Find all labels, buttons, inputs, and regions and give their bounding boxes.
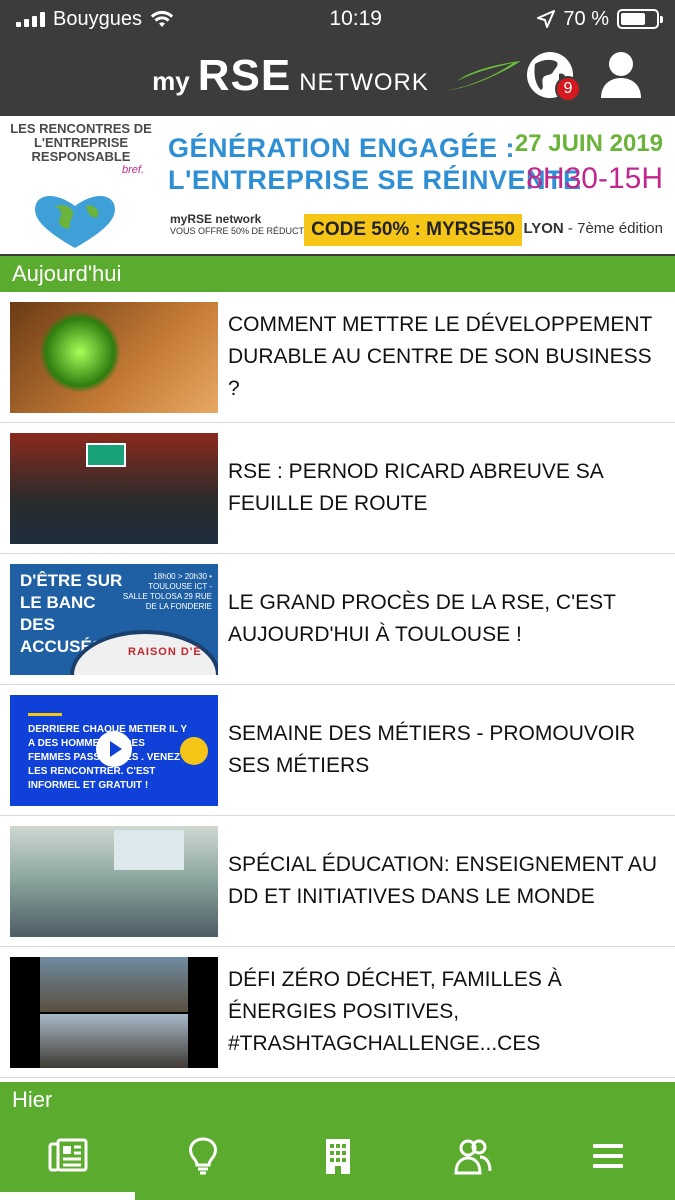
logo-network: NETWORK bbox=[299, 69, 429, 96]
user-icon bbox=[601, 52, 641, 98]
tab-menu[interactable] bbox=[540, 1112, 675, 1200]
event-banner[interactable]: LES RENCONTRES DE L'ENTREPRISE RESPONSAB… bbox=[0, 114, 675, 256]
promo-code: CODE 50% : MYRSE50 bbox=[304, 214, 522, 246]
building-icon bbox=[325, 1139, 350, 1174]
list-item[interactable]: D'ÊTRE SUR LE BANC DES ACCUSÉS ! 18h00 >… bbox=[0, 554, 675, 685]
article-title: RSE : PERNOD RICARD ABREUVE SA FEUILLE D… bbox=[228, 460, 603, 515]
article-thumbnail: D'ÊTRE SUR LE BANC DES ACCUSÉS ! 18h00 >… bbox=[10, 563, 218, 675]
list-item[interactable]: RSE : PERNOD RICARD ABREUVE SA FEUILLE D… bbox=[0, 423, 675, 554]
tab-ideas[interactable] bbox=[135, 1112, 270, 1200]
section-header-today: Aujourd'hui bbox=[0, 256, 675, 292]
banner-event-name: LES RENCONTRES DE L'ENTREPRISE RESPONSAB… bbox=[10, 121, 152, 164]
thumb-proces-info: 18h00 > 20h30 • TOULOUSE ICT - SALLE TOL… bbox=[122, 571, 212, 611]
profile-button[interactable] bbox=[599, 50, 643, 100]
article-title: COMMENT METTRE LE DÉVELOPPEMENT DURABLE … bbox=[228, 313, 652, 400]
wifi-icon bbox=[150, 10, 174, 27]
banner-edition: - 7ème édition bbox=[563, 220, 663, 237]
status-time: 10:19 bbox=[329, 7, 382, 30]
globe-button[interactable]: 9 bbox=[525, 50, 581, 102]
lightbulb-icon bbox=[188, 1137, 217, 1175]
battery-icon bbox=[617, 9, 663, 29]
play-icon[interactable] bbox=[96, 730, 132, 767]
list-item[interactable]: SPÉCIAL ÉDUCATION: ENSEIGNEMENT AU DD ET… bbox=[0, 816, 675, 947]
status-bar: Bouygues 10:19 70 % bbox=[0, 0, 675, 38]
menu-icon bbox=[592, 1144, 623, 1168]
article-thumbnail: DERRIERE CHAQUE METIER IL Y A DES HOMMES… bbox=[10, 694, 218, 806]
article-thumbnail bbox=[10, 825, 218, 937]
app-logo: my RSE NETWORK bbox=[152, 51, 523, 101]
logo-rse: RSE bbox=[197, 51, 292, 100]
thumb-proces-compass: RAISON D'É bbox=[128, 645, 202, 658]
tab-companies[interactable] bbox=[270, 1112, 405, 1200]
article-thumbnail bbox=[10, 956, 218, 1068]
logo-my: my bbox=[152, 66, 190, 96]
article-thumbnail bbox=[10, 301, 218, 413]
bottom-tab-bar bbox=[0, 1112, 675, 1200]
article-thumbnail bbox=[10, 432, 218, 544]
banner-offer: myRSE network VOUS OFFRE 50% DE RÉDUCTIO… bbox=[170, 212, 320, 236]
notification-badge: 9 bbox=[555, 76, 581, 102]
heart-globe-icon bbox=[35, 196, 115, 248]
article-title: DÉFI ZÉRO DÉCHET, FAMILLES À ÉNERGIES PO… bbox=[228, 968, 562, 1055]
article-title: SPÉCIAL ÉDUCATION: ENSEIGNEMENT AU DD ET… bbox=[228, 853, 658, 908]
banner-bref: bref. bbox=[121, 164, 144, 176]
battery-percent: 70 % bbox=[563, 7, 609, 30]
banner-offer-text: VOUS OFFRE 50% DE RÉDUCTION bbox=[170, 226, 321, 236]
location-arrow-icon bbox=[537, 10, 556, 28]
signal-icon bbox=[16, 11, 45, 27]
news-icon bbox=[48, 1138, 87, 1172]
banner-date: 27 JUIN 2019 bbox=[514, 130, 663, 157]
chat-bubble-icon bbox=[180, 736, 208, 765]
article-title: LE GRAND PROCÈS DE LA RSE, C'EST AUJOURD… bbox=[228, 591, 616, 646]
tab-community[interactable] bbox=[405, 1112, 540, 1200]
list-item[interactable]: DERRIERE CHAQUE METIER IL Y A DES HOMMES… bbox=[0, 685, 675, 816]
banner-location: LYON - 7ème édition bbox=[523, 220, 663, 237]
list-item[interactable]: COMMENT METTRE LE DÉVELOPPEMENT DURABLE … bbox=[0, 292, 675, 423]
carrier-label: Bouygues bbox=[53, 7, 142, 30]
list-item[interactable]: DÉFI ZÉRO DÉCHET, FAMILLES À ÉNERGIES PO… bbox=[0, 947, 675, 1078]
banner-offer-brand: myRSE network bbox=[170, 212, 262, 226]
banner-city: LYON bbox=[523, 220, 564, 237]
banner-hours: 8H30-15H bbox=[526, 162, 663, 195]
battery-fill bbox=[621, 13, 645, 25]
tab-news[interactable] bbox=[0, 1112, 135, 1200]
community-icon bbox=[453, 1139, 491, 1175]
article-title: SEMAINE DES MÉTIERS - PROMOUVOIR SES MÉT… bbox=[228, 722, 636, 777]
top-chrome: Bouygues 10:19 70 % my RSE NETWORK 9 bbox=[0, 0, 675, 114]
banner-date-block: 27 JUIN 2019 8H30-15H bbox=[515, 130, 663, 196]
app-header: my RSE NETWORK 9 bbox=[0, 38, 675, 114]
leaf-icon bbox=[444, 61, 521, 91]
